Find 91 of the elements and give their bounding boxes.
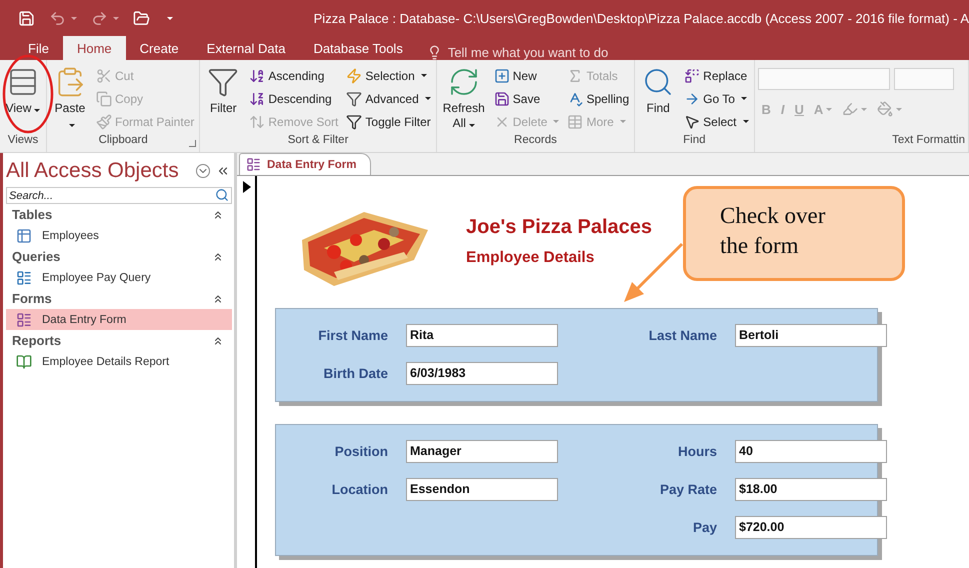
nav-group-title[interactable]: Tables	[12, 207, 52, 222]
text-field[interactable]: Rita	[406, 324, 558, 346]
ribbon-button[interactable]: Replace	[682, 64, 751, 87]
callout-text: Check over the form	[720, 202, 826, 260]
collapse-icon[interactable]	[212, 334, 224, 346]
plus-icon	[494, 68, 510, 84]
nav-item[interactable]: Employees	[6, 225, 232, 246]
paint-bucket-icon	[877, 101, 894, 117]
sort-descending-icon	[249, 90, 266, 106]
query-icon	[16, 270, 32, 286]
table-icon	[16, 228, 32, 244]
sort-ascending-icon	[249, 68, 266, 84]
ribbon-tab[interactable]: External Data	[192, 36, 300, 60]
collapse-icon[interactable]	[212, 208, 224, 220]
field-label: Last Name	[648, 328, 717, 342]
document-tab[interactable]: Data Entry Form	[239, 153, 372, 175]
nav-group-title[interactable]: Queries	[12, 249, 60, 264]
ribbon-button[interactable]: Paste	[50, 64, 90, 134]
window-title: Pizza Palace : Database- C:\Users\GregBowden\Desktop\Pizza Palace.accdb (Access 2007 - 2016 file format) - A	[314, 10, 969, 26]
ribbon-button[interactable]: Filter	[203, 64, 244, 134]
replace-icon	[684, 68, 700, 84]
tell-me-search[interactable]: Tell me what you want to do	[416, 45, 608, 60]
ribbon-button[interactable]: Find	[638, 64, 678, 134]
ribbon-button[interactable]: Refresh All	[440, 64, 488, 134]
ribbon-button[interactable]: Toggle Filter	[344, 110, 433, 133]
field-label: Hours	[676, 444, 717, 458]
save-icon[interactable]	[18, 10, 35, 26]
paintbrush-icon	[96, 114, 112, 130]
ribbon-tab[interactable]: Database Tools	[299, 36, 417, 60]
search-icon[interactable]	[215, 188, 229, 202]
text-field[interactable]: Essendon	[406, 478, 558, 500]
sort-icon	[249, 114, 266, 130]
save-icon	[494, 90, 510, 106]
folder-icon[interactable]	[133, 10, 150, 26]
group-label: Records	[514, 134, 557, 148]
nav-group-title[interactable]: Reports	[12, 333, 62, 348]
group-label: Text Formattin	[892, 134, 965, 148]
nav-item[interactable]: Employee Pay Query	[6, 267, 232, 288]
field-label: Pay	[692, 520, 717, 534]
lightning-icon	[346, 68, 362, 84]
scissors-icon	[96, 68, 112, 84]
nav-group-title[interactable]: Forms	[12, 291, 52, 306]
ribbon-button[interactable]: Go To	[682, 87, 751, 110]
ribbon-tab[interactable]: File	[14, 36, 63, 60]
text-field[interactable]: 6/03/1983	[406, 362, 558, 384]
collapse-icon[interactable]	[212, 250, 224, 262]
nav-item[interactable]: Data Entry Form	[6, 309, 232, 330]
group-label: Sort & Filter	[288, 134, 348, 148]
ribbon-button[interactable]: Advanced	[344, 87, 433, 110]
field-label: Birth Date	[322, 366, 388, 380]
ribbon-button[interactable]: New	[492, 64, 562, 87]
ribbon-button[interactable]: Selection	[344, 64, 433, 87]
text-field[interactable]: $720.00	[735, 516, 887, 538]
field-label: Pay Rate	[658, 482, 717, 496]
ribbon-tab[interactable]: Create	[126, 36, 193, 60]
text-field[interactable]: Manager	[406, 440, 558, 462]
form-icon	[246, 157, 261, 172]
view-icon	[7, 66, 39, 98]
collapse-icon[interactable]	[212, 292, 224, 304]
ribbon-button[interactable]: Ascending	[247, 64, 340, 87]
group-label: Views	[8, 134, 38, 148]
group-label: Clipboard	[98, 134, 148, 148]
copy-icon	[96, 90, 112, 106]
text-field[interactable]: $18.00	[735, 478, 887, 500]
navigation-title: All Access Objects	[6, 159, 180, 183]
table-icon	[567, 114, 584, 130]
filter-icon	[346, 90, 362, 106]
ribbon-button[interactable]: Spelling	[565, 87, 632, 110]
field-label: Position	[334, 444, 388, 458]
menu-dropdown-icon[interactable]	[196, 164, 210, 178]
record-selector-icon	[243, 181, 251, 193]
form-subtitle: Employee Details	[466, 249, 596, 267]
ribbon-tab[interactable]: Home	[62, 36, 126, 60]
group-label: Find	[683, 134, 706, 148]
ribbon-button[interactable]: Save	[492, 87, 562, 110]
nav-item[interactable]: Employee Details Report	[6, 351, 232, 372]
ribbon-button[interactable]: Descending	[247, 87, 340, 110]
field-label: Location	[330, 482, 388, 496]
search-field[interactable]: Search...	[6, 187, 232, 204]
report-icon	[16, 354, 32, 370]
pointer-icon	[684, 114, 700, 130]
field-label: First Name	[317, 328, 388, 342]
text-field[interactable]: Bertoli	[735, 324, 887, 346]
form-icon	[16, 312, 32, 328]
ribbon-button[interactable]: Select	[682, 110, 751, 133]
filter-icon	[207, 66, 240, 98]
text-field[interactable]: 40	[735, 440, 887, 462]
form-title: Joe's Pizza Palaces	[466, 216, 652, 239]
dialog-launcher-icon[interactable]	[189, 140, 196, 147]
filter-icon	[346, 114, 362, 130]
highlighter-icon	[842, 101, 858, 117]
